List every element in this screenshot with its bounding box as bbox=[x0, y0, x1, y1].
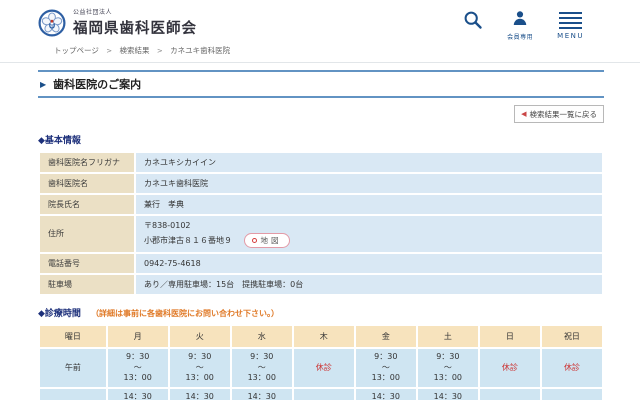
col-header: 曜日 bbox=[38, 323, 108, 349]
schedule-heading-note: （詳細は事前に各歯科医院にお問い合わせ下さい。） bbox=[91, 308, 280, 318]
schedule-cell-closed: 休診 bbox=[477, 387, 542, 400]
schedule-cell: 9：30 〜 13：00 bbox=[105, 346, 170, 390]
breadcrumb: トップページ > 検索結果 > カネユキ歯科医院 bbox=[0, 42, 640, 63]
row-value: カネユキ歯科医院 bbox=[134, 172, 604, 195]
row-value: カネユキシカイイン bbox=[134, 151, 604, 174]
search-icon bbox=[463, 10, 483, 36]
triangle-bullet-icon: ▶ bbox=[40, 79, 47, 89]
back-to-results-button[interactable]: ◀ 検索結果一覧に戻る bbox=[514, 105, 604, 123]
org-logo-icon bbox=[38, 9, 66, 37]
breadcrumb-item-home[interactable]: トップページ bbox=[54, 46, 99, 55]
row-value: あり／専用駐車場：15台 提携駐車場：0台 bbox=[134, 272, 604, 296]
breadcrumb-item-results[interactable]: 検索結果 bbox=[120, 46, 150, 55]
col-header: 火 bbox=[167, 323, 232, 349]
page-root: 公益社団法人 福岡県歯科医師会 会員専用 MENU トップページ > 検索結果 … bbox=[0, 0, 640, 400]
row-value-address: 〒838-0102 小郡市津古８１６番地９ 地図 bbox=[134, 214, 604, 254]
basic-info-table: 歯科医院名フリガナ カネユキシカイイン 歯科医院名 カネユキ歯科医院 院長氏名 … bbox=[38, 151, 604, 296]
table-row: 歯科医院名フリガナ カネユキシカイイン bbox=[38, 151, 604, 174]
col-header: 土 bbox=[415, 323, 480, 349]
row-label: 歯科医院名フリガナ bbox=[38, 151, 136, 174]
address-text: 小郡市津古８１６番地９ bbox=[144, 235, 232, 245]
table-row: 院長氏名 兼行 孝典 bbox=[38, 193, 604, 216]
address-line: 小郡市津古８１６番地９ 地図 bbox=[144, 232, 594, 248]
back-button-label: 検索結果一覧に戻る bbox=[529, 109, 598, 119]
schedule-cell: 14：30 〜 19：00 bbox=[415, 387, 480, 400]
schedule-row-morning: 午前 9：30 〜 13：00 9：30 〜 13：00 9：30 〜 13：0… bbox=[38, 346, 605, 390]
back-arrow-icon: ◀ bbox=[521, 110, 527, 118]
breadcrumb-separator: > bbox=[106, 47, 113, 55]
schedule-cell: 14：30 〜 19：00 bbox=[229, 387, 294, 400]
person-icon bbox=[512, 10, 528, 30]
page-title-bar: ▶ 歯科医院のご案内 bbox=[38, 70, 604, 98]
brand-text: 公益社団法人 福岡県歯科医師会 bbox=[73, 7, 197, 38]
col-header: 木 bbox=[291, 323, 356, 349]
col-header: 月 bbox=[105, 323, 170, 349]
row-label: 歯科医院名 bbox=[38, 172, 136, 195]
row-value: 兼行 孝典 bbox=[134, 193, 604, 216]
org-name: 福岡県歯科医師会 bbox=[73, 21, 197, 37]
search-button[interactable] bbox=[463, 10, 483, 36]
schedule-cell: 9：30 〜 13：00 bbox=[415, 346, 480, 390]
col-header: 日 bbox=[477, 323, 542, 349]
menu-label: MENU bbox=[557, 32, 584, 41]
schedule-header-row: 曜日 月 火 水 木 金 土 日 祝日 bbox=[38, 323, 605, 349]
row-label: 住所 bbox=[38, 214, 136, 254]
schedule-cell: 14：30 〜 19：00 bbox=[353, 387, 418, 400]
table-row: 駐車場 あり／専用駐車場：15台 提携駐車場：0台 bbox=[38, 272, 604, 296]
hamburger-icon bbox=[559, 10, 583, 30]
row-label: 院長氏名 bbox=[38, 193, 136, 216]
org-type: 公益社団法人 bbox=[73, 9, 113, 16]
postal-code: 〒838-0102 bbox=[144, 221, 191, 230]
schedule-cell-closed: 休診 bbox=[291, 346, 356, 390]
schedule-row-label: 午後 bbox=[38, 387, 108, 400]
schedule-heading-title: ◆診療時間 bbox=[38, 308, 81, 319]
member-area-label: 会員専用 bbox=[507, 34, 534, 41]
member-area-button[interactable]: 会員専用 bbox=[507, 10, 533, 41]
schedule-cell: 9：30 〜 13：00 bbox=[353, 346, 418, 390]
schedule-cell-closed: 休診 bbox=[539, 346, 605, 390]
schedule-table: 曜日 月 火 水 木 金 土 日 祝日 午前 9：30 〜 13：00 9：30… bbox=[38, 323, 605, 400]
schedule-cell-closed: 休診 bbox=[477, 346, 542, 390]
row-value-phone: 0942-75-4618 bbox=[134, 251, 604, 275]
basic-info-heading: ◆基本情報 bbox=[38, 136, 81, 146]
site-header: 公益社団法人 福岡県歯科医師会 会員専用 MENU bbox=[0, 0, 640, 42]
map-button-label: 地図 bbox=[260, 235, 282, 245]
schedule-cell: 14：30 〜 19：00 bbox=[105, 387, 170, 400]
breadcrumb-separator: > bbox=[156, 47, 163, 55]
col-header: 水 bbox=[229, 323, 294, 349]
breadcrumb-item-clinic: カネユキ歯科医院 bbox=[170, 46, 231, 55]
schedule-row-afternoon: 午後 14：30 〜 19：00 14：30 〜 19：00 14：30 〜 bbox=[38, 387, 605, 400]
schedule-row-label: 午前 bbox=[38, 346, 108, 390]
schedule-cell: 9：30 〜 13：00 bbox=[167, 346, 232, 390]
schedule-cell-closed: 休診 bbox=[539, 387, 605, 400]
map-marker-icon bbox=[251, 237, 257, 243]
back-row: ◀ 検索結果一覧に戻る bbox=[38, 101, 604, 123]
col-header: 祝日 bbox=[539, 323, 605, 349]
page-title: 歯科医院のご案内 bbox=[53, 78, 142, 91]
main-content: ▶ 歯科医院のご案内 ◀ 検索結果一覧に戻る ◆基本情報 歯科医院名フリガナ カ… bbox=[0, 70, 640, 400]
schedule-cell: 14：30 〜 19：00 bbox=[167, 387, 232, 400]
row-label: 電話番号 bbox=[38, 251, 136, 275]
schedule-cell: 9：30 〜 13：00 bbox=[229, 346, 294, 390]
schedule-heading: ◆診療時間 （詳細は事前に各歯科医院にお問い合わせ下さい。） bbox=[38, 306, 604, 319]
menu-button[interactable]: MENU bbox=[557, 10, 584, 40]
brand[interactable]: 公益社団法人 福岡県歯科医師会 bbox=[38, 7, 197, 38]
row-label: 駐車場 bbox=[38, 272, 136, 296]
header-actions: 会員専用 MENU bbox=[463, 10, 584, 41]
map-button[interactable]: 地図 bbox=[243, 232, 290, 248]
schedule-cell-closed: 休診 bbox=[291, 387, 356, 400]
table-row: 歯科医院名 カネユキ歯科医院 bbox=[38, 172, 604, 195]
table-row-address: 住所 〒838-0102 小郡市津古８１６番地９ 地図 bbox=[38, 214, 604, 254]
table-row: 電話番号 0942-75-4618 bbox=[38, 251, 604, 275]
col-header: 金 bbox=[353, 323, 418, 349]
